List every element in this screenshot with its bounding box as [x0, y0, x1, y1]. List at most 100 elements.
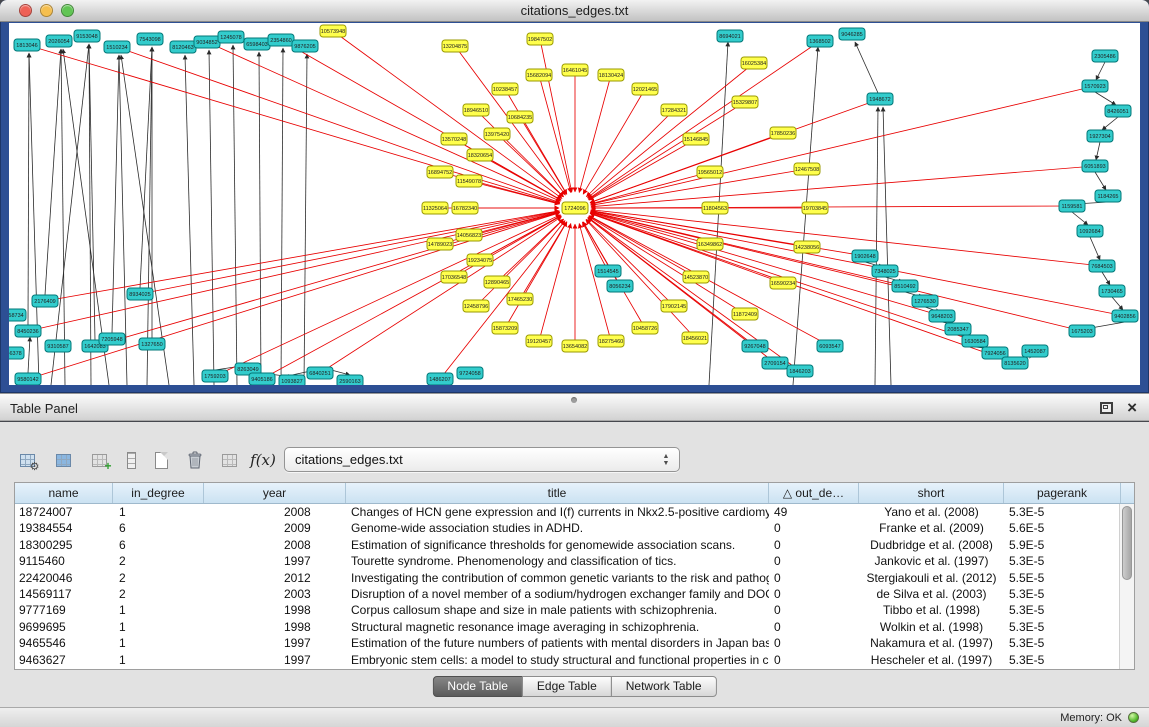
network-node-teal[interactable]: 7205948 [99, 333, 125, 345]
import-table-icon[interactable] [214, 446, 244, 474]
network-node-yellow[interactable]: 18130424 [598, 69, 624, 81]
network-node-teal[interactable]: 6598403 [244, 38, 270, 50]
tab-edge-table[interactable]: Edge Table [522, 676, 612, 697]
network-node-teal[interactable]: 2046378 [9, 347, 24, 359]
network-node-teal[interactable]: 1093827 [279, 375, 305, 385]
close-panel-icon[interactable]: × [1127, 401, 1137, 414]
network-node-teal[interactable]: 9648203 [929, 310, 955, 322]
network-node-teal[interactable]: 2026054 [46, 35, 72, 47]
network-node-yellow[interactable]: 17284321 [661, 104, 687, 116]
table-row[interactable]: 1456911722003Disruption of a novel membe… [15, 586, 1119, 602]
network-node-teal[interactable]: 1276530 [912, 295, 938, 307]
column-header-year[interactable]: year [204, 483, 346, 503]
network-node-teal[interactable]: 1058734 [9, 309, 26, 321]
scrollbar-thumb[interactable] [1122, 506, 1132, 580]
network-node-yellow[interactable]: 11549078 [456, 175, 482, 187]
network-node-teal[interactable]: 8694021 [717, 30, 743, 42]
network-node-teal[interactable]: 7543098 [137, 33, 163, 45]
network-node-yellow[interactable]: 16590234 [770, 277, 796, 289]
network-node-teal[interactable]: 1368502 [807, 35, 833, 47]
network-node-yellow[interactable]: 19120457 [526, 335, 552, 347]
network-node-yellow[interactable]: 18320654 [467, 149, 493, 161]
network-node-teal[interactable]: 9310587 [45, 340, 71, 352]
network-node-yellow[interactable]: 12458796 [463, 300, 489, 312]
row-tools-icon[interactable] [116, 446, 146, 474]
network-node-teal[interactable]: 8135620 [1002, 357, 1028, 369]
network-node-yellow[interactable]: 12021465 [632, 83, 658, 95]
table-row[interactable]: 2242004622012Investigating the contribut… [15, 570, 1119, 586]
network-node-yellow[interactable]: 16025384 [741, 57, 767, 69]
network-nodes[interactable]: 1646104518130424120214651728432115146845… [9, 25, 1138, 385]
network-node-teal[interactable]: 2590163 [337, 375, 363, 385]
network-node-teal[interactable]: 1245078 [218, 31, 244, 43]
network-node-yellow[interactable]: 17465230 [507, 293, 533, 305]
zoom-button[interactable] [61, 4, 74, 17]
network-node-teal[interactable]: 1927304 [1087, 130, 1113, 142]
network-node-yellow[interactable]: 13204875 [442, 40, 468, 52]
network-node-teal[interactable]: 1184265 [1095, 190, 1121, 202]
panel-resize-grip[interactable] [571, 397, 577, 403]
network-node-teal[interactable]: 9724058 [457, 367, 483, 379]
network-node-yellow[interactable]: 14789023 [427, 238, 453, 250]
network-node-teal[interactable]: 2709154 [762, 357, 788, 369]
network-node-teal[interactable]: 1452087 [1022, 345, 1048, 357]
network-node-teal[interactable]: 2305486 [1092, 50, 1118, 62]
network-node-yellow[interactable]: 17036548 [441, 271, 467, 283]
delete-icon[interactable] [180, 446, 210, 474]
network-node-teal[interactable]: 9153048 [74, 30, 100, 42]
table-row[interactable]: 1938455462009Genome-wide association stu… [15, 520, 1119, 536]
network-node-teal[interactable]: 8450236 [15, 325, 41, 337]
network-node-teal[interactable]: 9405186 [249, 373, 275, 385]
network-node-teal[interactable]: 1730465 [1099, 285, 1125, 297]
network-node-teal[interactable]: 6093547 [817, 340, 843, 352]
table-row[interactable]: 1872400712008Changes of HCN gene express… [15, 504, 1119, 520]
network-node-teal[interactable]: 8120463 [170, 41, 196, 53]
network-node-teal[interactable]: 8510492 [892, 280, 918, 292]
network-node-yellow[interactable]: 11872409 [732, 308, 758, 320]
network-node-teal[interactable]: 1510234 [104, 41, 130, 53]
network-canvas[interactable]: 1646104518130424120214651728432115146845… [9, 23, 1140, 385]
network-node-teal[interactable]: 1813046 [14, 39, 40, 51]
network-node-teal[interactable]: 8934025 [127, 288, 153, 300]
network-node-yellow[interactable]: 18946510 [463, 104, 489, 116]
table-row[interactable]: 946554611997Estimation of the future num… [15, 635, 1119, 651]
column-header-name[interactable]: name [15, 483, 113, 503]
network-node-yellow[interactable]: 12467508 [794, 163, 820, 175]
network-node-yellow[interactable]: 18275460 [598, 335, 624, 347]
network-node-teal[interactable]: 9580142 [15, 373, 41, 385]
network-node-yellow[interactable]: 12890465 [484, 276, 510, 288]
network-node-teal[interactable]: 8056234 [607, 280, 633, 292]
network-node-yellow[interactable]: 19565012 [697, 166, 723, 178]
network-node-teal[interactable]: 6840251 [307, 367, 333, 379]
network-node-teal[interactable]: 9402856 [1112, 310, 1138, 322]
table-row[interactable]: 969969511998Structural magnetic resonanc… [15, 619, 1119, 635]
network-node-teal[interactable]: 8426051 [1105, 105, 1131, 117]
select-columns-icon[interactable] [48, 446, 78, 474]
network-node-yellow[interactable]: 19703845 [802, 202, 828, 214]
tab-node-table[interactable]: Node Table [432, 676, 523, 697]
network-node-teal[interactable]: 1327650 [139, 338, 165, 350]
network-node-teal[interactable]: 2085347 [945, 323, 971, 335]
network-node-teal[interactable]: 7348025 [872, 265, 898, 277]
network-node-yellow[interactable]: 13570248 [441, 133, 467, 145]
network-node-teal[interactable]: 2176409 [32, 295, 58, 307]
column-header-out_degree[interactable]: △ out_de… [769, 483, 859, 503]
table-row[interactable]: 946362711997Embryonic stem cells: a mode… [15, 652, 1119, 668]
function-builder-icon[interactable]: f(x) [248, 446, 278, 474]
network-node-teal[interactable]: 1630584 [962, 335, 988, 347]
network-node-yellow[interactable]: 10458726 [632, 322, 658, 334]
network-node-teal[interactable]: 1514545 [595, 265, 621, 277]
column-header-short[interactable]: short [859, 483, 1004, 503]
network-node-yellow[interactable]: 13975420 [484, 128, 510, 140]
network-node-yellow[interactable]: 14523870 [683, 271, 709, 283]
network-node-yellow[interactable]: 10684235 [507, 111, 533, 123]
network-node-yellow[interactable]: 18456021 [682, 332, 708, 344]
close-button[interactable] [19, 4, 32, 17]
network-node-teal[interactable]: 2354860 [268, 34, 294, 46]
table-selector-dropdown[interactable]: citations_edges.txt ▲▼ [284, 447, 680, 472]
float-panel-icon[interactable] [1100, 402, 1113, 414]
network-node-yellow[interactable]: 16782340 [452, 202, 478, 214]
network-node-yellow[interactable]: 11325064 [422, 202, 448, 214]
network-node-yellow[interactable]: 16894752 [427, 166, 453, 178]
network-node-yellow[interactable]: 10238457 [492, 83, 518, 95]
